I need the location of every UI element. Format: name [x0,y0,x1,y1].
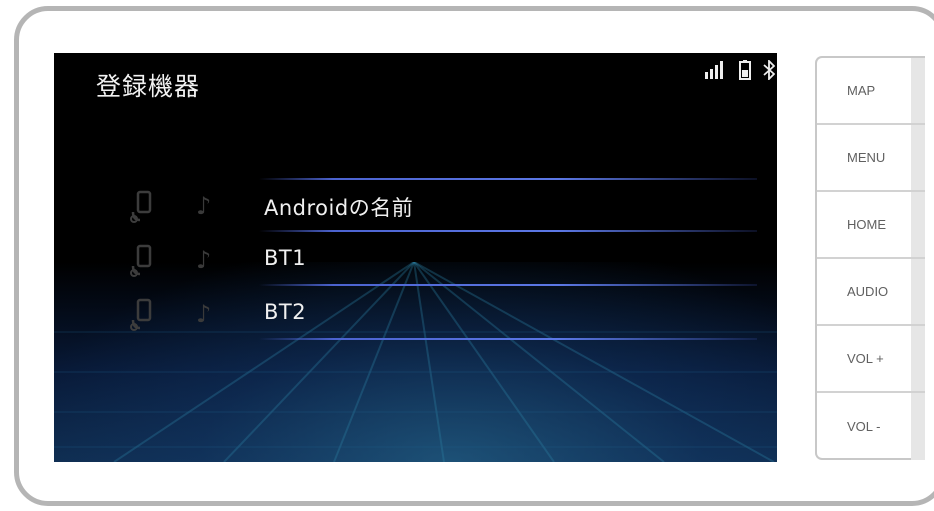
button-edge [911,125,925,190]
device-name: Androidの名前 [264,196,414,220]
hardware-button-panel: MAP MENU HOME AUDIO VOL + VOL - [815,56,925,460]
phone-icon [129,298,157,336]
button-edge [911,259,925,324]
home-button-label: HOME [847,217,886,232]
divider [259,178,757,180]
menu-button[interactable]: MENU [817,125,925,192]
device-name: BT1 [264,246,307,270]
phone-icon [129,190,157,228]
device-row-2[interactable]: ♪ BT1 [54,232,777,286]
volume-up-button-label: VOL + [847,351,884,366]
map-button-label: MAP [847,83,876,98]
battery-icon [739,60,751,84]
button-edge [911,326,925,391]
signal-icon [705,61,727,83]
button-edge [911,58,925,123]
device-row-1[interactable]: ♪ Androidの名前 [54,178,777,232]
music-note-icon: ♪ [196,192,212,220]
menu-button-label: MENU [847,150,886,165]
home-button[interactable]: HOME [817,192,925,259]
status-bar [705,58,776,85]
button-edge [911,192,925,257]
bluetooth-icon [763,58,776,84]
map-button[interactable]: MAP [817,58,925,125]
device-row-3[interactable]: ♪ BT2 [54,286,777,340]
volume-down-button-label: VOL - [847,419,881,434]
page-title: 登録機器 [96,72,201,101]
music-note-icon: ♪ [196,246,212,274]
phone-icon [129,244,157,282]
volume-up-button[interactable]: VOL + [817,326,925,393]
music-note-icon: ♪ [196,300,212,328]
audio-button[interactable]: AUDIO [817,259,925,326]
display-screen: 登録機器 ♪ Androidの名前 ♪ BT1 ♪ BT2 [54,53,777,462]
audio-button-label: AUDIO [847,284,889,299]
divider [259,338,757,340]
device-name: BT2 [264,300,307,324]
volume-down-button[interactable]: VOL - [817,393,925,460]
button-edge [911,393,925,460]
